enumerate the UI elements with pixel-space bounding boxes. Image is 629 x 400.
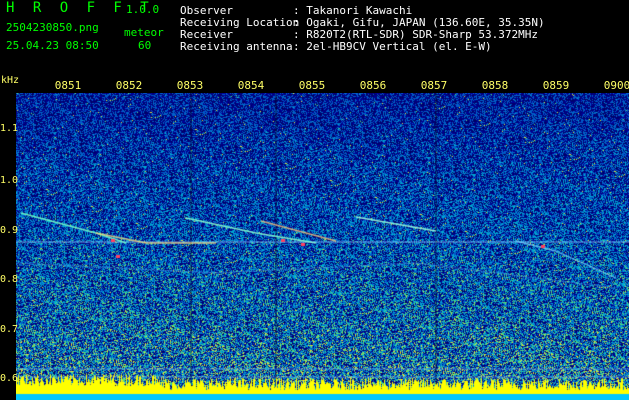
y-unit-label: kHz — [1, 75, 20, 86]
x-tick-label: 0853 — [176, 79, 204, 92]
y-tick-label: 0.6 — [0, 373, 19, 384]
y-tick-label: 1.0 — [0, 175, 19, 186]
y-tick-label: 0.7 — [0, 324, 19, 335]
x-tick-label: 0858 — [481, 79, 509, 92]
y-tick-label: 1.1 — [0, 123, 19, 134]
x-tick-label: 0857 — [420, 79, 448, 92]
x-tick-label: 0855 — [298, 79, 326, 92]
time-axis: kHz 0851 0852 0853 0854 0855 0856 0857 0858 0859… — [0, 75, 629, 93]
y-tick-label: 0.9 — [0, 225, 19, 236]
file-datetime: 25.04.23 08:50 — [6, 39, 99, 52]
info-key-antenna: Receiving antenna — [180, 40, 293, 53]
app-version: 1.0.0 — [126, 3, 160, 16]
x-tick-label: 0854 — [237, 79, 265, 92]
header: H R O F F T 1.0.0 2504230850.png meteor … — [0, 0, 629, 75]
spectrogram — [16, 93, 629, 400]
x-tick-label: 0851 — [54, 79, 82, 92]
file-name: 2504230850.png — [6, 21, 99, 34]
y-tick-label: 0.8 — [0, 274, 19, 285]
meteor-count: 60 — [138, 39, 152, 52]
x-tick-label: 0900 — [603, 79, 629, 92]
info-value-antenna: : 2el-HB9CV Vertical (el. E-W) — [293, 40, 492, 53]
x-tick-label: 0856 — [359, 79, 387, 92]
x-tick-label: 0859 — [542, 79, 570, 92]
x-tick-label: 0852 — [115, 79, 143, 92]
meteor-label: meteor — [124, 26, 164, 39]
